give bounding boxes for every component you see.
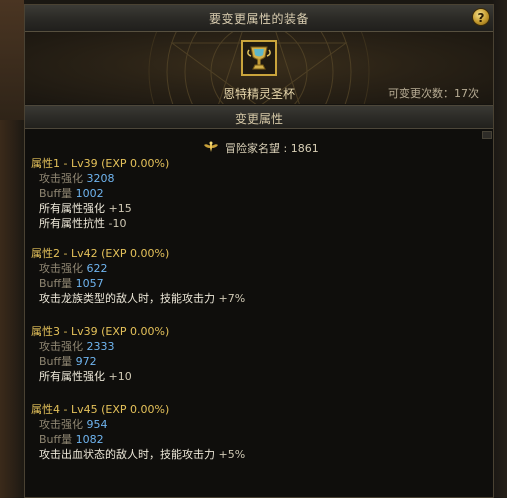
help-button[interactable]: ? xyxy=(472,8,490,26)
background-left-top xyxy=(0,0,24,120)
buff-stat-row: Buff量 1057 xyxy=(39,277,104,290)
window-title: 要变更属性的装备 xyxy=(208,12,309,26)
attribute-list-panel[interactable]: 冒险家名望 : 1861 属性1 - Lv39 (EXP 0.00%) 攻击强化… xyxy=(25,129,493,497)
attribute-header: 属性1 - Lv39 (EXP 0.00%) xyxy=(31,157,170,170)
window-title-bar[interactable]: 要变更属性的装备 ? xyxy=(25,5,493,32)
scroll-up-button[interactable] xyxy=(482,131,492,139)
attack-stat-row: 攻击强化 2333 xyxy=(39,340,115,353)
change-count: 可变更次数：17次 xyxy=(388,87,479,100)
buff-stat-row: Buff量 1082 xyxy=(39,433,104,446)
buff-stat-row: Buff量 1002 xyxy=(39,187,104,200)
effect-row: 所有属性强化 +15 xyxy=(39,202,132,215)
attribute-header: 属性4 - Lv45 (EXP 0.00%) xyxy=(31,403,170,416)
fame-wings-icon xyxy=(204,141,218,152)
chalice-icon xyxy=(243,42,275,74)
equipment-attribute-window: 要变更属性的装备 ? 恩特精灵圣杯 可变更次数：17次 变更属性 冒险家名望:… xyxy=(24,4,494,498)
effect-row: 所有属性强化 +10 xyxy=(39,370,132,383)
background-right-edge xyxy=(493,0,507,498)
section-header-bar: 变更属性 xyxy=(25,105,493,129)
attribute-header: 属性3 - Lv39 (EXP 0.00%) xyxy=(31,325,170,338)
buff-stat-row: Buff量 972 xyxy=(39,355,97,368)
adventurer-fame-label: 冒险家名望 : 1861 xyxy=(225,142,319,155)
effect-row: 攻击龙族类型的敌人时，技能攻击力 +7% xyxy=(39,292,246,305)
attack-stat-row: 攻击强化 622 xyxy=(39,262,108,275)
attribute-header: 属性2 - Lv42 (EXP 0.00%) xyxy=(31,247,170,260)
attack-stat-row: 攻击强化 954 xyxy=(39,418,108,431)
attack-stat-row: 攻击强化 3208 xyxy=(39,172,115,185)
equipment-slot[interactable] xyxy=(241,40,277,76)
effect-row: 所有属性抗性 -10 xyxy=(39,217,127,230)
effect-row: 攻击出血状态的敌人时，技能攻击力 +5% xyxy=(39,448,246,461)
section-title: 变更属性 xyxy=(234,112,283,126)
equipment-display-area: 恩特精灵圣杯 可变更次数：17次 xyxy=(25,32,493,104)
